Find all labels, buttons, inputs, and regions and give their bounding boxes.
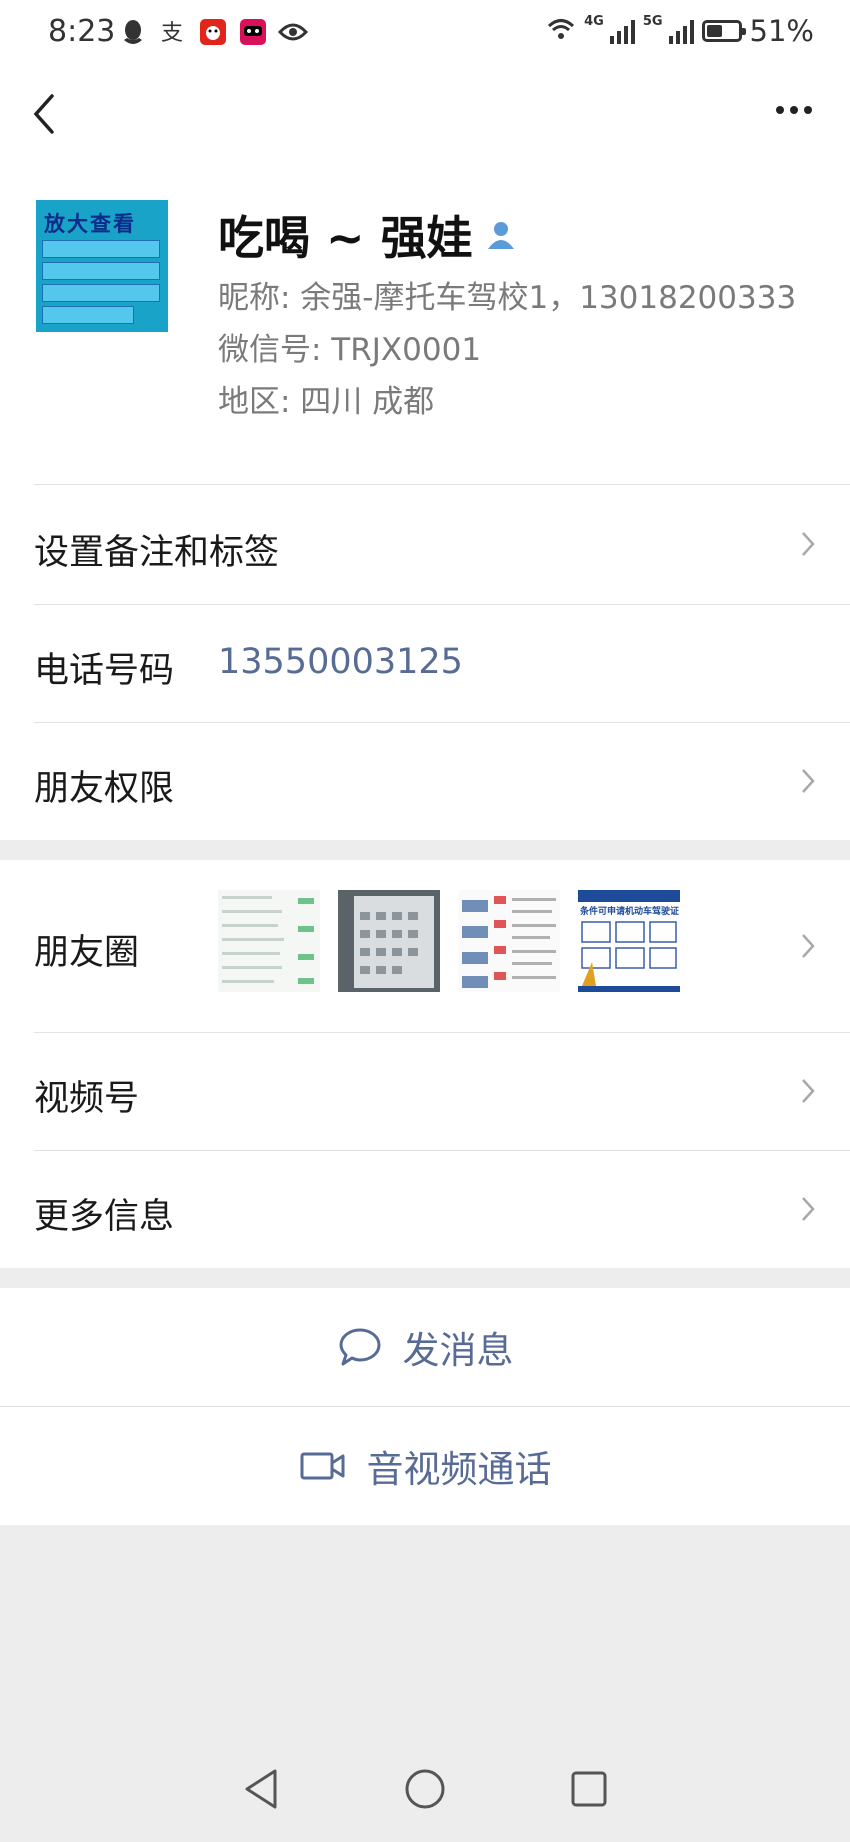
moments-thumbnail-2[interactable] xyxy=(338,890,440,992)
region-line: 地区: 四川 成都 xyxy=(218,384,435,420)
friend-permissions-row[interactable]: 朋友权限 xyxy=(0,722,850,840)
nav-recents-square-icon[interactable] xyxy=(569,1769,609,1813)
moments-row[interactable]: 朋友圈 条件可申请机动车驾驶证 xyxy=(0,860,850,1032)
system-navigation-bar xyxy=(0,1740,850,1842)
more-button[interactable] xyxy=(776,106,812,114)
more-info-label: 更多信息 xyxy=(34,1197,175,1237)
moments-thumbnail-4-text: 条件可申请机动车驾驶证 xyxy=(579,905,679,917)
remark-label: 设置备注和标签 xyxy=(34,533,280,573)
tmall-icon xyxy=(238,17,268,47)
moments-label: 朋友圈 xyxy=(34,933,140,973)
avatar[interactable]: 放大查看 xyxy=(36,200,168,332)
friend-permissions-label: 朋友权限 xyxy=(34,769,175,809)
system-indicators: 4G 5G 51% xyxy=(546,14,814,48)
alipay-icon: 支 xyxy=(158,17,188,47)
more-horizontal-icon xyxy=(776,106,784,114)
navigation-bar xyxy=(0,64,850,164)
more-info-row[interactable]: 更多信息 xyxy=(0,1150,850,1268)
signal-icon-1 xyxy=(609,18,635,44)
moments-thumbnail-4[interactable]: 条件可申请机动车驾驶证 xyxy=(578,890,680,992)
contact-person-icon xyxy=(487,222,514,249)
jd-icon xyxy=(198,17,228,47)
wechat-id-line: 微信号: TRJX0001 xyxy=(218,332,482,368)
network-type-2: 5G xyxy=(642,14,663,29)
send-message-button[interactable]: 发消息 xyxy=(0,1288,850,1406)
status-time: 8:23 xyxy=(48,14,116,49)
profile-header: 放大查看 吃喝 ~ 强娃 昵称: 余强-摩托车驾校1，13018200333 微… xyxy=(0,164,850,484)
qq-icon xyxy=(118,17,148,47)
remark-row[interactable]: 设置备注和标签 xyxy=(0,484,850,604)
contact-name-row: 吃喝 ~ 强娃 xyxy=(218,202,517,268)
chat-bubble-icon xyxy=(337,1326,383,1368)
moments-thumbnail-1[interactable] xyxy=(218,890,320,992)
channels-label: 视频号 xyxy=(34,1079,140,1119)
back-button[interactable] xyxy=(26,90,66,140)
nav-home-circle-icon[interactable] xyxy=(403,1767,447,1815)
status-bar: 8:23 支 4G 5G 51% xyxy=(0,0,850,64)
nav-back-triangle-icon[interactable] xyxy=(241,1767,281,1815)
channels-row[interactable]: 视频号 xyxy=(0,1032,850,1150)
wifi-icon xyxy=(546,14,576,48)
chevron-left-icon xyxy=(33,94,54,134)
nickname-line: 昵称: 余强-摩托车驾校1，13018200333 xyxy=(218,280,797,316)
moments-thumbnail-3[interactable] xyxy=(458,890,560,992)
notification-icons: 支 xyxy=(118,16,308,48)
signal-icon-2 xyxy=(668,18,694,44)
eye-icon xyxy=(278,17,308,47)
phone-row[interactable]: 电话号码 13550003125 xyxy=(0,604,850,722)
video-call-label: 音视频通话 xyxy=(366,1448,552,1491)
phone-number-link[interactable]: 13550003125 xyxy=(218,642,463,682)
chevron-right-icon xyxy=(802,532,815,556)
battery-icon xyxy=(701,20,746,42)
chevron-right-icon xyxy=(802,769,815,793)
network-type-1: 4G xyxy=(584,14,604,29)
phone-label: 电话号码 xyxy=(34,651,175,691)
avatar-caption: 放大查看 xyxy=(44,212,136,236)
battery-percent: 51% xyxy=(749,14,814,48)
chevron-right-icon xyxy=(802,1079,815,1103)
send-message-label: 发消息 xyxy=(402,1329,514,1372)
svg-text:支: 支 xyxy=(161,21,183,45)
contact-name: 吃喝 ~ 强娃 xyxy=(218,211,473,265)
video-call-button[interactable]: 音视频通话 xyxy=(0,1407,850,1525)
moments-thumbnails: 条件可申请机动车驾驶证 xyxy=(218,890,680,992)
video-camera-icon xyxy=(299,1450,347,1482)
chevron-right-icon xyxy=(802,934,815,958)
chevron-right-icon xyxy=(802,1197,815,1221)
